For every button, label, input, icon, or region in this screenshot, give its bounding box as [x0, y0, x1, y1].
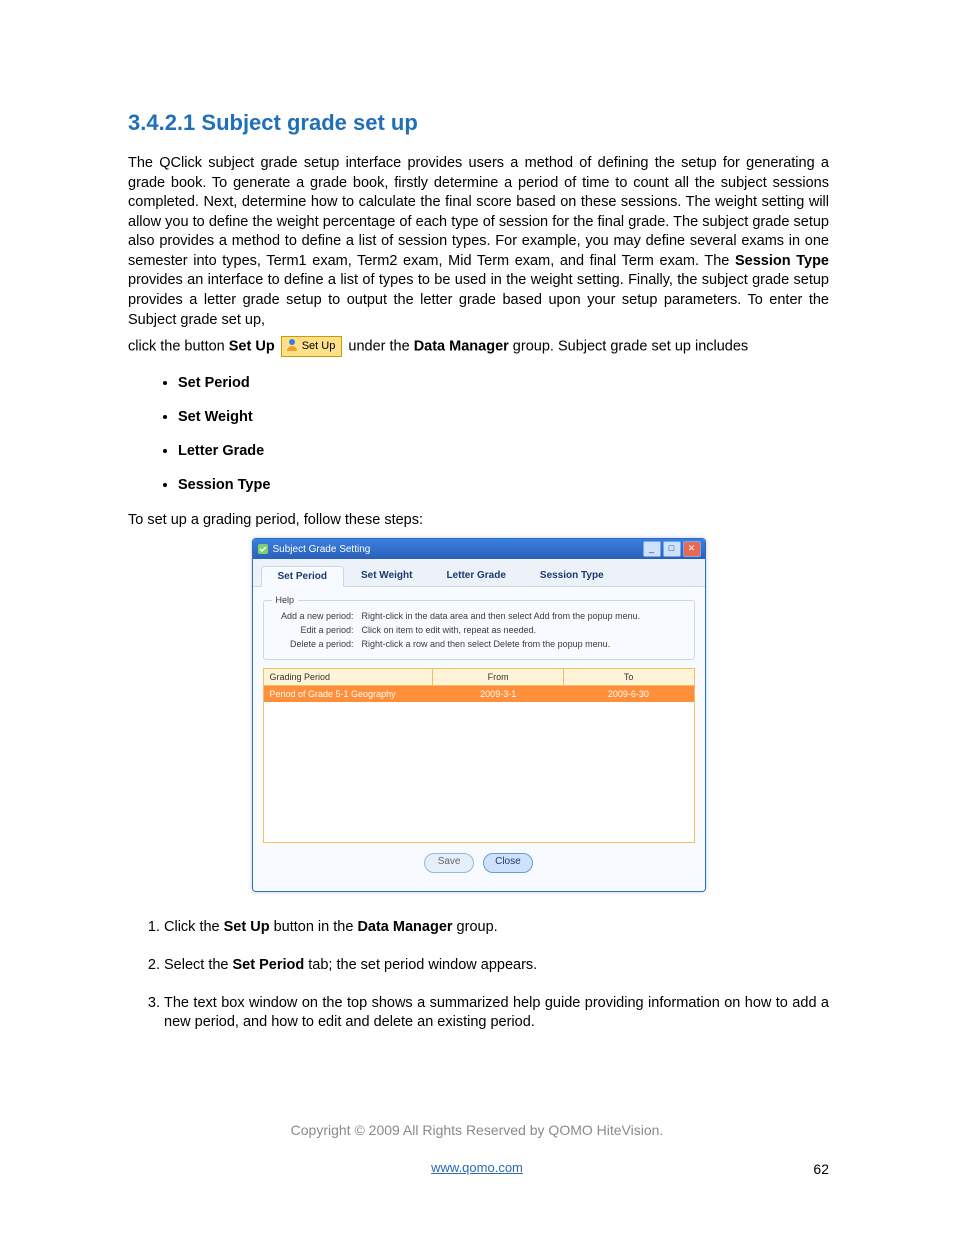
period-grid[interactable]: Grading Period From To Period of Grade 5…: [263, 668, 695, 843]
step-item: Click the Set Up button in the Data Mana…: [164, 918, 829, 938]
close-button[interactable]: ✕: [683, 541, 701, 557]
help-label: Add a new period:: [272, 611, 362, 621]
cell-period-name: Period of Grade 5-1 Geography: [264, 686, 434, 702]
paragraph-1: The QClick subject grade setup interface…: [128, 154, 829, 330]
help-label: Delete a period:: [272, 639, 362, 649]
tab-set-weight[interactable]: Set Weight: [344, 565, 429, 586]
bullet-item: Set Weight: [178, 409, 829, 425]
bullet-item: Set Period: [178, 375, 829, 391]
col-grading-period: Grading Period: [264, 669, 434, 685]
help-row: Edit a period: Click on item to edit wit…: [272, 625, 686, 635]
step-bold: Set Up: [224, 919, 270, 935]
tab-letter-grade[interactable]: Letter Grade: [429, 565, 522, 586]
grid-empty-area[interactable]: [264, 702, 694, 842]
data-manager-bold: Data Manager: [414, 338, 509, 354]
session-type-bold: Session Type: [735, 253, 829, 269]
footer-link[interactable]: www.qomo.com: [431, 1160, 523, 1175]
col-to: To: [564, 669, 694, 685]
copyright-text: Copyright © 2009 All Rights Reserved by …: [125, 1122, 829, 1138]
paragraph-3: To set up a grading period, follow these…: [128, 511, 829, 531]
window-titlebar: Subject Grade Setting _ □ ✕: [253, 539, 705, 559]
dialog-button-row: Save Close: [263, 843, 695, 881]
help-row: Delete a period: Right-click a row and t…: [272, 639, 686, 649]
setup-bold: Set Up: [229, 338, 275, 354]
page-number: 62: [813, 1161, 829, 1177]
section-heading: 3.4.2.1 Subject grade set up: [128, 110, 829, 136]
setup-icon: [285, 338, 299, 352]
bullet-item: Session Type: [178, 477, 829, 493]
step-item: The text box window on the top shows a s…: [164, 994, 829, 1033]
save-button[interactable]: Save: [424, 853, 474, 873]
help-label: Edit a period:: [272, 625, 362, 635]
step-item: Select the Set Period tab; the set perio…: [164, 956, 829, 976]
steps-list: Click the Set Up button in the Data Mana…: [164, 918, 829, 1032]
setup-inline-button-label: Set Up: [302, 340, 336, 352]
screenshot-window: Subject Grade Setting _ □ ✕ Set Period S…: [252, 538, 706, 892]
paragraph-2: click the button Set Up Set Up under the…: [128, 336, 829, 357]
app-icon: [257, 543, 269, 555]
help-text: Right-click in the data area and then se…: [362, 611, 641, 621]
close-dialog-button[interactable]: Close: [483, 853, 533, 873]
maximize-button[interactable]: □: [663, 541, 681, 557]
step-text: group.: [453, 919, 498, 935]
tab-set-period[interactable]: Set Period: [261, 566, 344, 587]
para2-c: under the: [348, 338, 413, 354]
step-text: button in the: [270, 919, 358, 935]
grid-header: Grading Period From To: [264, 669, 694, 686]
help-row: Add a new period: Right-click in the dat…: [272, 611, 686, 621]
step-bold: Set Period: [233, 957, 305, 973]
document-page: 3.4.2.1 Subject grade set up The QClick …: [0, 0, 954, 1235]
help-legend: Help: [272, 595, 299, 605]
col-from: From: [433, 669, 564, 685]
setup-inline-button[interactable]: Set Up: [281, 336, 343, 357]
help-fieldset: Help Add a new period: Right-click in th…: [263, 595, 695, 660]
step-text: Select the: [164, 957, 233, 973]
step-text: tab; the set period window appears.: [304, 957, 537, 973]
grid-row-selected[interactable]: Period of Grade 5-1 Geography 2009-3-1 2…: [264, 686, 694, 702]
bullet-list: Set Period Set Weight Letter Grade Sessi…: [178, 375, 829, 493]
tab-panel: Help Add a new period: Right-click in th…: [253, 587, 705, 891]
bullet-item: Letter Grade: [178, 443, 829, 459]
para2-e: group. Subject grade set up includes: [509, 338, 748, 354]
minimize-button[interactable]: _: [643, 541, 661, 557]
para1-text-a: The QClick subject grade setup interface…: [128, 155, 829, 269]
para2-a: click the button: [128, 338, 229, 354]
help-text: Click on item to edit with, repeat as ne…: [362, 625, 537, 635]
tab-session-type[interactable]: Session Type: [523, 565, 621, 586]
cell-to: 2009-6-30: [563, 686, 693, 702]
tab-bar: Set Period Set Weight Letter Grade Sessi…: [253, 559, 705, 587]
page-footer: Copyright © 2009 All Rights Reserved by …: [125, 1122, 829, 1175]
step-text: Click the: [164, 919, 224, 935]
step-text: The text box window on the top shows a s…: [164, 995, 829, 1031]
cell-from: 2009-3-1: [433, 686, 563, 702]
para1-text-b: provides an interface to define a list o…: [128, 272, 829, 327]
step-bold: Data Manager: [357, 919, 452, 935]
window-title: Subject Grade Setting: [273, 544, 641, 555]
help-text: Right-click a row and then select Delete…: [362, 639, 611, 649]
